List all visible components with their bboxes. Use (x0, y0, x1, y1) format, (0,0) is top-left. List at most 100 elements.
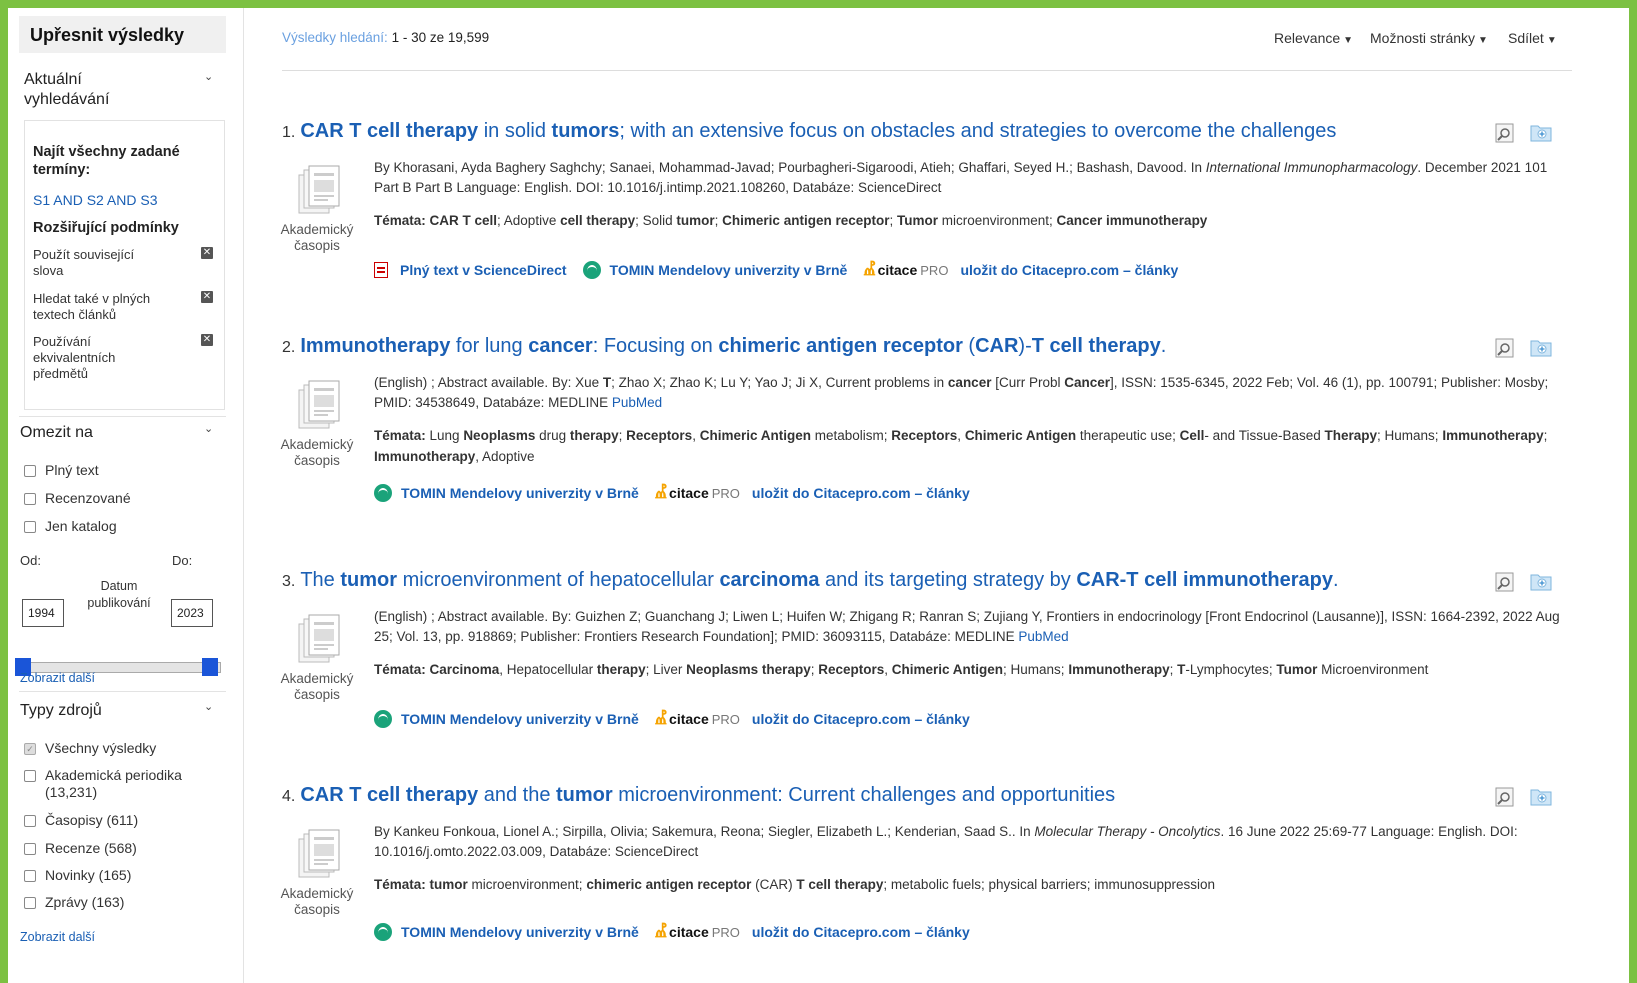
citace-pro-logo[interactable]: Ⰼcitace PRO (655, 709, 740, 729)
citace-pro-logo[interactable]: Ⰼcitace PRO (655, 922, 740, 942)
doc-type-label: Akademický časopis (280, 671, 354, 702)
find-all-terms-label: Najít všechny zadané termíny: (33, 144, 180, 178)
checkbox-icon[interactable] (24, 521, 36, 533)
citace-pro-logo[interactable]: Ⰼcitace PRO (863, 260, 948, 280)
to-year-input[interactable]: 2023 (171, 599, 213, 627)
tomin-link[interactable]: TOMIN Mendelovy univerzity v Brně (401, 711, 639, 727)
result-links: TOMIN Mendelovy univerzity v Brně Ⰼcitace… (374, 483, 970, 503)
page-options-menu[interactable]: Možnosti stránky ▼ (1370, 30, 1488, 46)
preview-icon[interactable] (1494, 122, 1516, 144)
checkbox-icon[interactable] (24, 770, 36, 782)
source-types-heading[interactable]: Typy zdrojů (20, 702, 102, 720)
result-number: 3. (282, 573, 296, 590)
share-menu[interactable]: Sdílet ▼ (1508, 30, 1557, 46)
date-published-label: Datum publikování (87, 579, 151, 610)
citace-hook-icon: Ⰼ (654, 483, 668, 502)
remove-icon[interactable]: ✕ (201, 291, 213, 303)
tomin-link[interactable]: TOMIN Mendelovy univerzity v Brně (610, 262, 848, 278)
source-type-news[interactable]: Novinky (165) (24, 867, 131, 884)
preview-icon[interactable] (1494, 786, 1516, 808)
checkbox-icon[interactable] (24, 897, 36, 909)
checkbox-icon[interactable] (24, 870, 36, 882)
tomin-icon[interactable] (374, 923, 392, 941)
source-type-reports[interactable]: Zprávy (163) (24, 894, 124, 911)
result-number: 2. (282, 339, 296, 356)
add-to-folder-icon[interactable] (1530, 570, 1552, 592)
caret-down-icon: ▼ (1546, 35, 1557, 46)
save-to-citacepro-link[interactable]: uložit do Citacepro.com – články (752, 485, 970, 501)
expander-equivalent-subjects: Používání ekvivalentních předmětů (33, 334, 116, 381)
result-title[interactable]: 3. The tumor microenvironment of hepatoce… (282, 569, 1339, 592)
chevron-down-icon[interactable]: ⌄ (204, 422, 213, 435)
caret-down-icon: ▼ (1478, 35, 1488, 46)
academic-journal-icon[interactable] (298, 165, 342, 217)
show-more-link[interactable]: Zobrazit další (20, 671, 95, 685)
result-subjects: Témata: CAR T cell; Adoptive cell therap… (374, 213, 1208, 228)
citace-pro-logo[interactable]: Ⰼcitace PRO (655, 483, 740, 503)
add-to-folder-icon[interactable] (1530, 336, 1552, 358)
result-number: 1. (282, 124, 296, 141)
remove-icon[interactable]: ✕ (201, 247, 213, 259)
result-subjects: Témata: Lung Neoplasms drug therapy; Rec… (374, 428, 1548, 464)
source-type-magazines[interactable]: Časopisy (611) (24, 812, 138, 829)
tomin-link[interactable]: TOMIN Mendelovy univerzity v Brně (401, 485, 639, 501)
result-links: TOMIN Mendelovy univerzity v Brně Ⰼcitace… (374, 709, 970, 729)
checkbox-icon[interactable] (24, 815, 36, 827)
tomin-link[interactable]: TOMIN Mendelovy univerzity v Brně (401, 924, 639, 940)
limit-catalog-checkbox[interactable]: Jen katalog (24, 518, 117, 535)
to-label: Do: (172, 553, 193, 568)
result-title[interactable]: 2. Immunotherapy for lung cancer: Focusin… (282, 335, 1166, 358)
refine-results-title: Upřesnit výsledky (19, 16, 226, 53)
citace-hook-icon: Ⰼ (863, 260, 876, 279)
save-to-citacepro-link[interactable]: uložit do Citacepro.com – články (752, 924, 970, 940)
add-to-folder-icon[interactable] (1530, 121, 1552, 143)
add-to-folder-icon[interactable] (1530, 785, 1552, 807)
search-query[interactable]: S1 AND S2 AND S3 (33, 192, 158, 208)
expander-related-words: Použít související slova (33, 247, 135, 278)
show-more-link[interactable]: Zobrazit další (20, 930, 95, 944)
checkbox-icon[interactable] (24, 493, 36, 505)
result-number: 4. (282, 788, 296, 805)
current-search-box: Najít všechny zadané termíny: S1 AND S2 … (24, 120, 225, 410)
result-title[interactable]: 4. CAR T cell therapy and the tumor micro… (282, 784, 1115, 807)
doc-type-label: Akademický časopis (280, 886, 354, 917)
academic-journal-icon[interactable] (298, 829, 342, 881)
from-year-input[interactable]: 1994 (22, 599, 64, 627)
checkbox-icon[interactable] (24, 843, 36, 855)
relevance-menu[interactable]: Relevance ▼ (1274, 30, 1353, 46)
caret-down-icon: ▼ (1343, 35, 1354, 46)
page-frame: Upřesnit výsledky Aktuální vyhledávání ⌄… (8, 8, 1629, 983)
result-title[interactable]: 1. CAR T cell therapy in solid tumors; wi… (282, 120, 1336, 143)
preview-icon[interactable] (1494, 571, 1516, 593)
source-type-all[interactable]: ✓ Všechny výsledky (24, 740, 156, 757)
limit-to-heading[interactable]: Omezit na (20, 424, 93, 442)
preview-icon[interactable] (1494, 337, 1516, 359)
divider (282, 70, 1572, 71)
current-search-heading[interactable]: Aktuální vyhledávání (24, 70, 154, 110)
citace-hook-icon: Ⰼ (654, 709, 668, 728)
academic-journal-icon[interactable] (298, 614, 342, 666)
date-slider-end-handle[interactable] (202, 658, 218, 676)
checkbox-checked-icon[interactable]: ✓ (24, 743, 36, 755)
chevron-down-icon[interactable]: ⌄ (204, 700, 213, 713)
pdf-icon[interactable] (374, 262, 388, 278)
doc-type-label: Akademický časopis (280, 437, 354, 468)
citace-hook-icon: Ⰼ (654, 922, 668, 941)
result-metadata: (English) ; Abstract available. By: Guiz… (374, 609, 1560, 644)
result-metadata: By Kankeu Fonkoua, Lionel A.; Sirpilla, … (374, 824, 1518, 859)
save-to-citacepro-link[interactable]: uložit do Citacepro.com – články (752, 711, 970, 727)
source-type-reviews[interactable]: Recenze (568) (24, 840, 137, 857)
fulltext-link[interactable]: Plný text v ScienceDirect (400, 262, 567, 278)
checkbox-icon[interactable] (24, 465, 36, 477)
limit-peer-reviewed-checkbox[interactable]: Recenzované (24, 490, 131, 507)
source-type-academic[interactable]: Akademická periodika (13,231) (24, 767, 224, 801)
limit-fulltext-checkbox[interactable]: Plný text (24, 462, 99, 479)
doc-type-label: Akademický časopis (280, 222, 354, 253)
academic-journal-icon[interactable] (298, 380, 342, 432)
remove-icon[interactable]: ✕ (201, 334, 213, 346)
tomin-icon[interactable] (374, 710, 392, 728)
save-to-citacepro-link[interactable]: uložit do Citacepro.com – články (960, 262, 1178, 278)
tomin-icon[interactable] (374, 484, 392, 502)
chevron-down-icon[interactable]: ⌄ (204, 70, 213, 83)
tomin-icon[interactable] (582, 261, 601, 279)
